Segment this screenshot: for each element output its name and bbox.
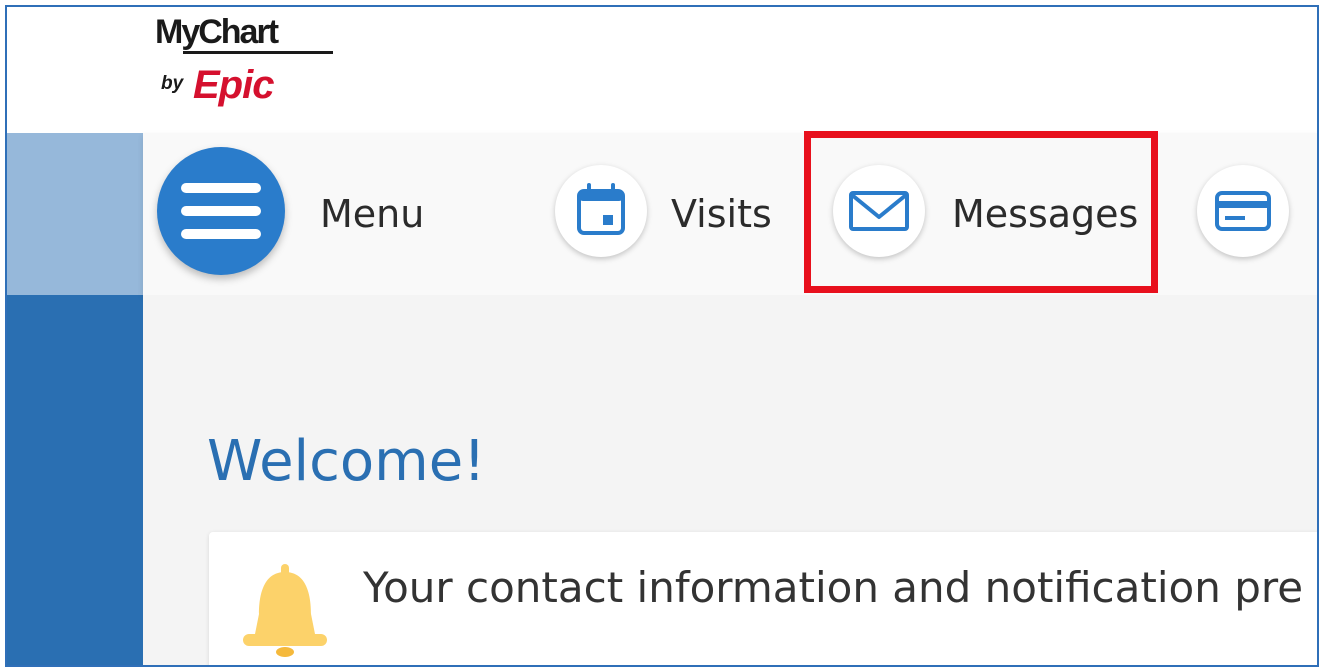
sidebar-top-panel xyxy=(7,133,143,295)
notification-text: Your contact information and notificatio… xyxy=(363,563,1304,612)
logo-mychart-text: MyChart xyxy=(155,13,279,51)
nav-item-visits[interactable] xyxy=(555,165,647,257)
logo-underline xyxy=(183,51,333,54)
messages-highlight-box xyxy=(804,131,1158,293)
logo-by-text: by xyxy=(161,73,184,94)
nav-item-billing[interactable] xyxy=(1197,165,1289,257)
credit-card-icon xyxy=(1215,191,1271,231)
welcome-heading: Welcome! xyxy=(207,429,486,494)
logo-epic-text: Epic xyxy=(193,63,274,107)
bell-icon xyxy=(243,564,327,657)
nav-item-menu-label[interactable]: Menu xyxy=(320,192,424,236)
calendar-icon xyxy=(577,183,625,235)
page-frame: MyChart by Epic Menu Visits Messages Wel… xyxy=(5,5,1319,667)
nav-item-visits-label[interactable]: Visits xyxy=(671,192,772,236)
menu-button[interactable] xyxy=(157,147,285,275)
mychart-logo[interactable]: MyChart by Epic xyxy=(155,13,355,123)
sidebar-panel xyxy=(7,295,143,665)
